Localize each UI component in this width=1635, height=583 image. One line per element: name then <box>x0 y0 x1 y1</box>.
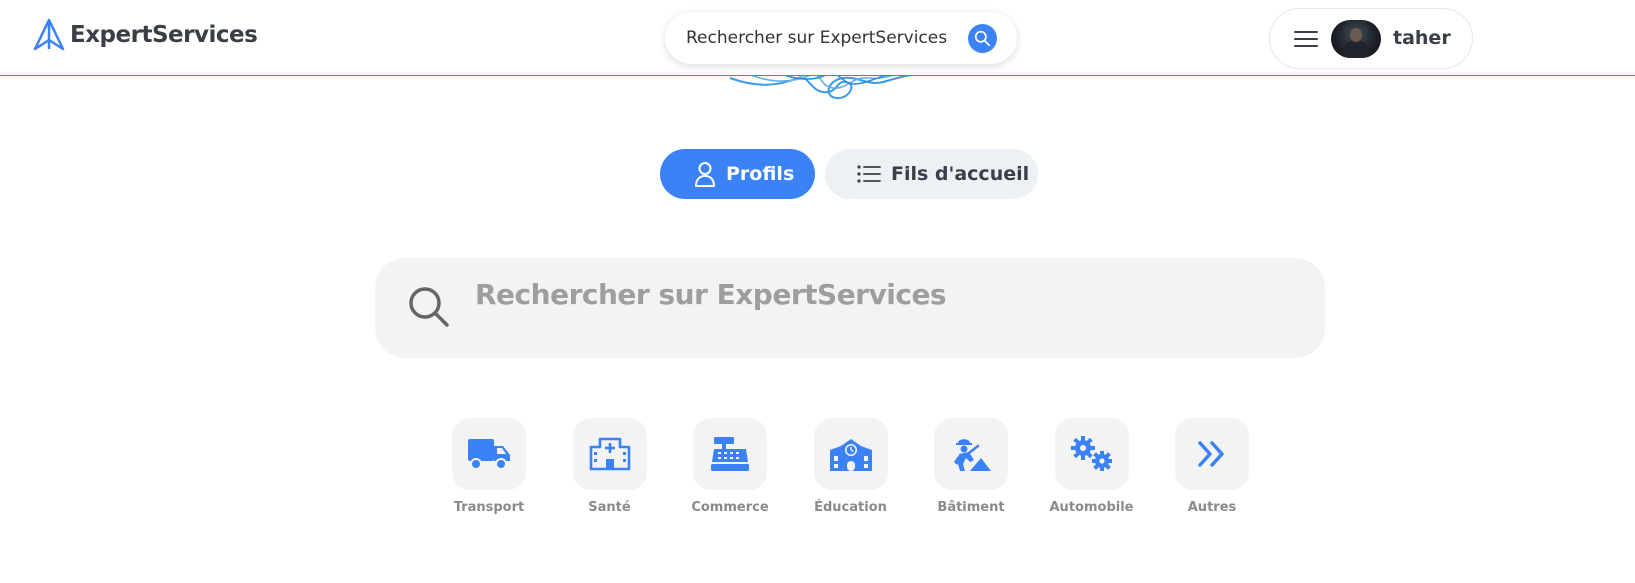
school-icon <box>829 439 872 471</box>
main-search-placeholder[interactable]: Rechercher sur ExpertServices <box>475 278 947 311</box>
category-education-button[interactable] <box>813 418 888 490</box>
category-batiment[interactable]: Bâtiment <box>928 418 1049 515</box>
avatar[interactable] <box>1331 20 1381 58</box>
top-navbar: ExpertServices Rechercher sur ExpertServ… <box>0 0 1635 76</box>
hamburger-menu-icon[interactable] <box>1294 30 1318 48</box>
list-icon <box>857 165 881 183</box>
category-sante[interactable]: Santé <box>567 418 688 515</box>
top-search-button[interactable] <box>968 24 997 53</box>
category-label: Éducation <box>814 500 887 515</box>
hospital-icon <box>589 437 630 471</box>
tab-fils-accueil[interactable]: Fils d'accueil <box>825 149 1038 199</box>
top-search-placeholder[interactable]: Rechercher sur ExpertServices <box>686 28 947 48</box>
category-autres-button[interactable] <box>1175 418 1249 490</box>
category-list: Transport Santé Commerce Éducation Bâtim… <box>446 418 1290 515</box>
tab-fils-accueil-label: Fils d'accueil <box>891 163 1030 185</box>
category-label: Autres <box>1187 500 1237 515</box>
user-menu-button[interactable]: taher <box>1269 8 1473 69</box>
double-chevron-right-icon <box>1198 441 1224 467</box>
category-automobile[interactable]: Automobile <box>1049 418 1170 515</box>
category-label: Automobile <box>1049 500 1134 515</box>
category-autres[interactable]: Autres <box>1169 418 1290 515</box>
tab-profils-label: Profils <box>726 163 795 185</box>
category-label: Santé <box>588 500 631 515</box>
category-sante-button[interactable] <box>572 418 647 490</box>
search-icon <box>409 287 449 327</box>
category-automobile-button[interactable] <box>1054 418 1129 490</box>
category-commerce[interactable]: Commerce <box>687 418 808 515</box>
top-search-bar[interactable]: Rechercher sur ExpertServices <box>665 12 1017 64</box>
search-icon <box>974 30 991 47</box>
category-education[interactable]: Éducation <box>808 418 929 515</box>
logo-icon <box>33 18 65 51</box>
truck-icon <box>468 439 510 470</box>
cash-register-icon <box>711 437 749 471</box>
user-icon <box>695 162 715 187</box>
gears-icon <box>1070 436 1112 471</box>
category-batiment-button[interactable] <box>934 418 1008 490</box>
category-commerce-button[interactable] <box>693 418 767 490</box>
brand-name: ExpertServices <box>70 22 258 48</box>
category-label: Commerce <box>691 500 769 515</box>
category-transport-button[interactable] <box>452 418 526 490</box>
category-transport[interactable]: Transport <box>446 418 567 515</box>
category-label: Transport <box>453 500 525 515</box>
tab-profils[interactable]: Profils <box>660 149 815 199</box>
user-name[interactable]: taher <box>1393 27 1451 49</box>
brand-logo[interactable]: ExpertServices <box>32 18 258 52</box>
view-tabs: Profils Fils d'accueil <box>660 149 1038 199</box>
category-label: Bâtiment <box>937 500 1005 515</box>
construction-worker-icon <box>954 439 991 471</box>
main-search-input[interactable]: Rechercher sur ExpertServices <box>375 258 1325 358</box>
